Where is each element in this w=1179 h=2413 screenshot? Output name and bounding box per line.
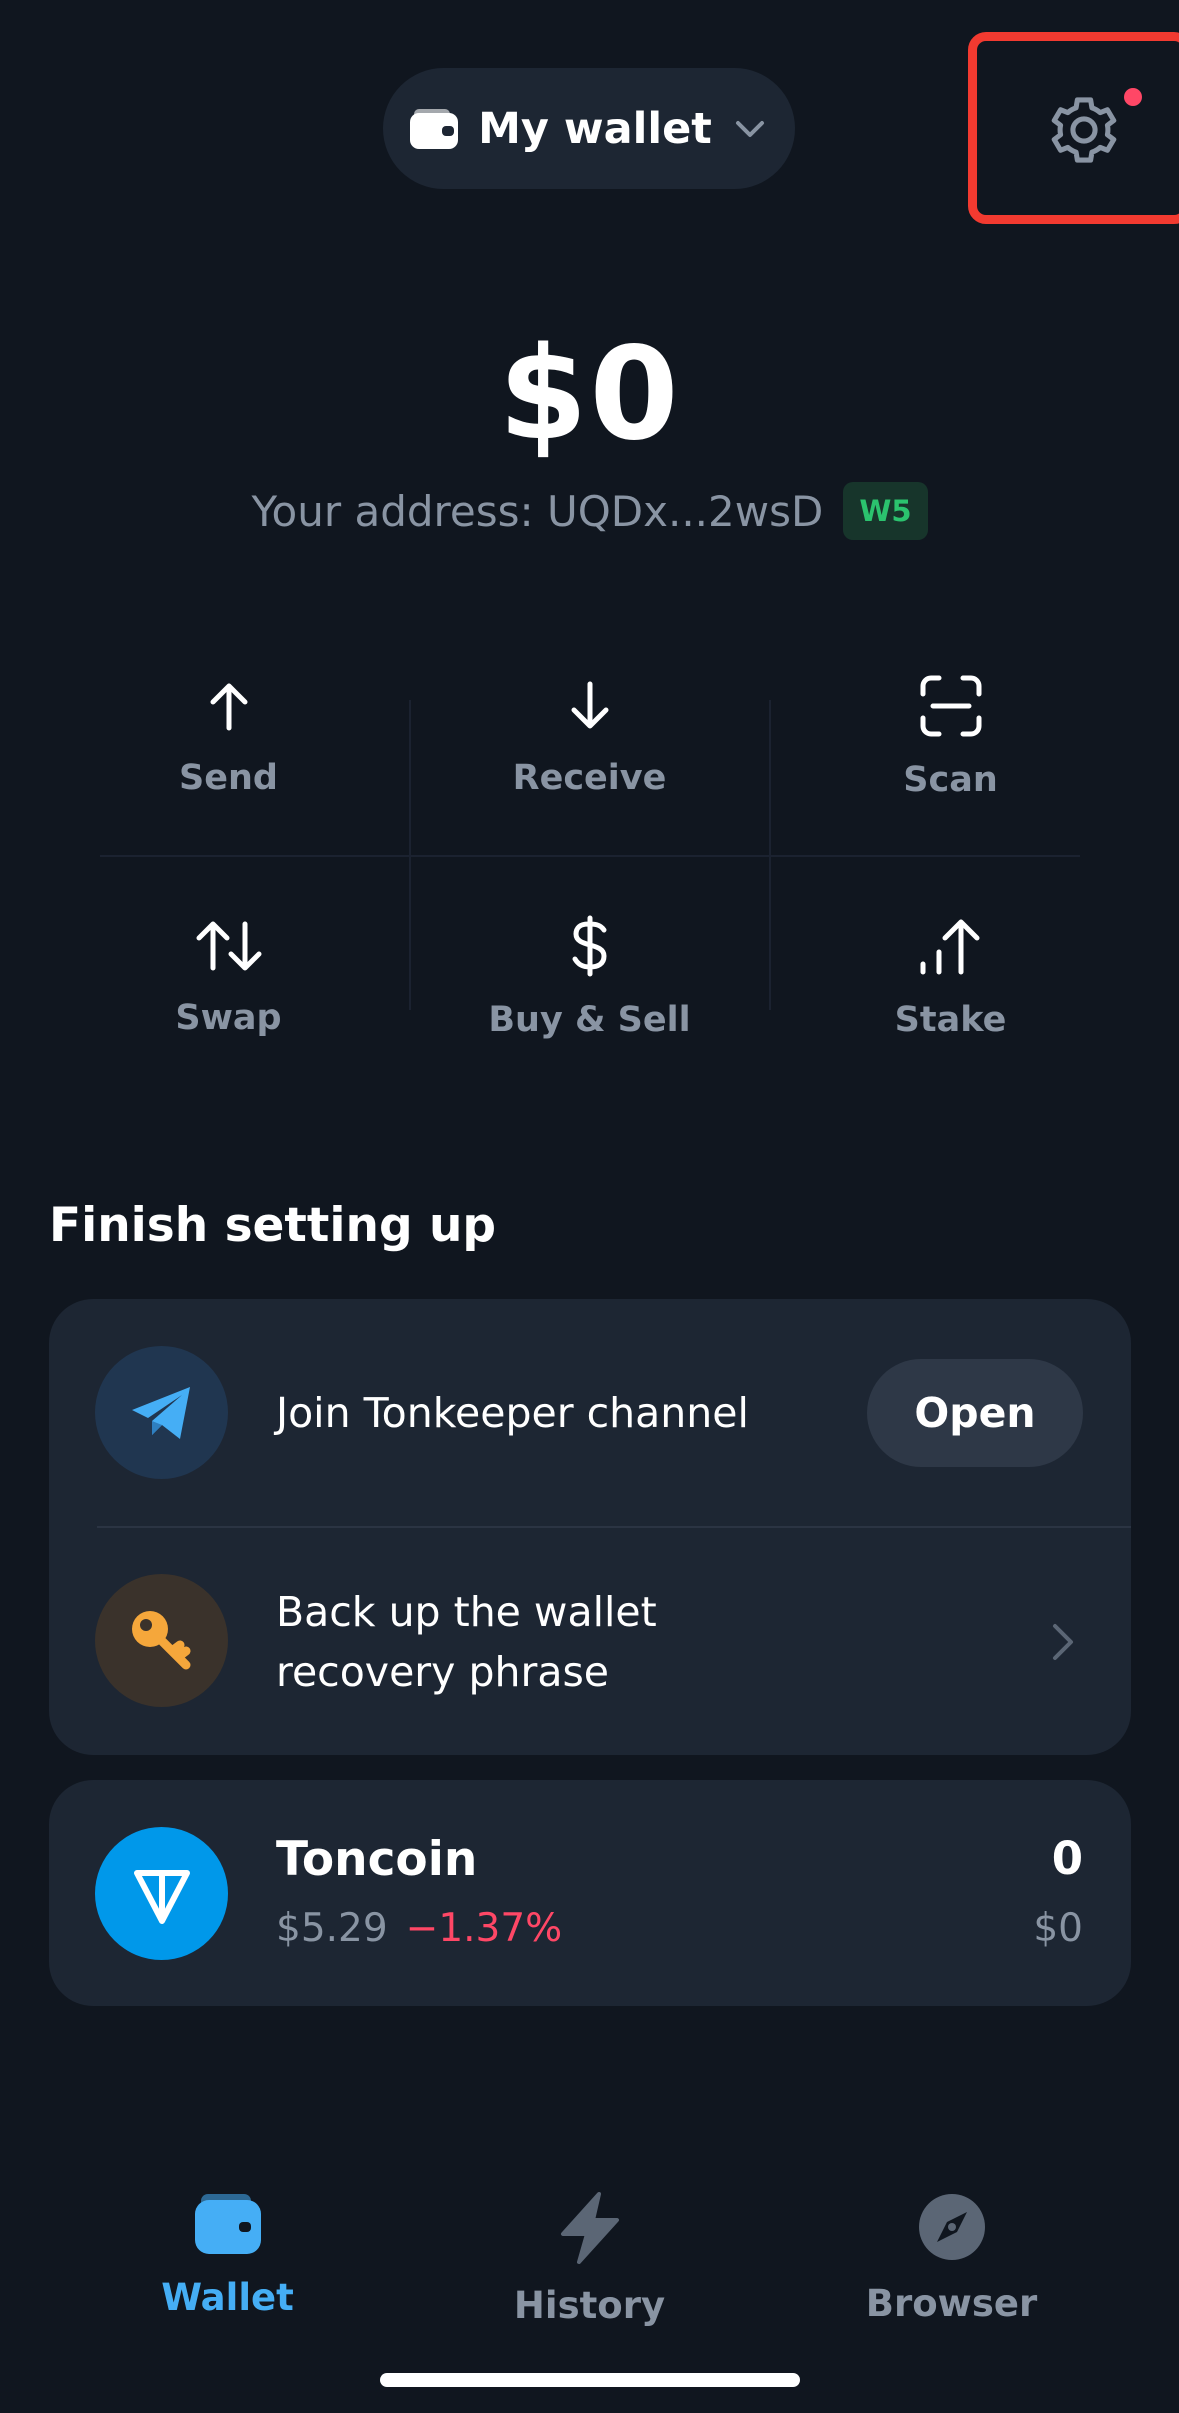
wallet-selector[interactable]: My wallet bbox=[383, 68, 795, 189]
telegram-icon-circle bbox=[95, 1346, 228, 1479]
backup-phrase-text: Back up the wallet recovery phrase bbox=[276, 1582, 657, 1702]
backup-phrase-row[interactable]: Back up the wallet recovery phrase bbox=[49, 1528, 1131, 1755]
scan-label: Scan bbox=[903, 760, 998, 800]
stake-button[interactable]: Stake bbox=[770, 857, 1131, 1097]
stake-label: Stake bbox=[894, 1000, 1007, 1040]
wallet-address[interactable]: Your address: UQDx...2wsD bbox=[251, 487, 823, 536]
tab-wallet-label: Wallet bbox=[161, 2276, 294, 2319]
arrow-up-icon bbox=[210, 683, 247, 731]
tab-wallet[interactable]: Wallet bbox=[31, 2192, 424, 2319]
compass-icon bbox=[918, 2194, 985, 2260]
asset-change: −1.37% bbox=[405, 1906, 563, 1951]
key-icon bbox=[131, 1610, 190, 1669]
wallet-icon bbox=[410, 108, 459, 149]
swap-icon bbox=[196, 921, 261, 971]
swap-label: Swap bbox=[175, 998, 282, 1038]
asset-price: $5.29 bbox=[276, 1906, 388, 1951]
section-title: Finish setting up bbox=[49, 1198, 497, 1253]
key-icon-circle bbox=[95, 1574, 228, 1707]
asset-price-row: $5.29 −1.37% bbox=[276, 1906, 562, 1951]
arrow-down-icon bbox=[571, 681, 608, 729]
address-row[interactable]: Your address: UQDx...2wsD W5 bbox=[0, 482, 1179, 540]
send-label: Send bbox=[179, 758, 278, 798]
version-badge: W5 bbox=[843, 482, 928, 540]
chevron-down-icon bbox=[735, 120, 764, 137]
chevron-right-icon bbox=[1053, 1624, 1073, 1660]
asset-name: Toncoin bbox=[276, 1832, 478, 1887]
lightning-icon bbox=[560, 2192, 619, 2264]
open-button[interactable]: Open bbox=[867, 1359, 1083, 1467]
join-channel-text: Join Tonkeeper channel bbox=[276, 1389, 749, 1437]
swap-button[interactable]: Swap bbox=[48, 857, 409, 1097]
asset-row-toncoin[interactable]: Toncoin $5.29 −1.37% 0 $0 bbox=[49, 1780, 1131, 2006]
backup-phrase-line2: recovery phrase bbox=[276, 1648, 610, 1696]
asset-fiat: $0 bbox=[1033, 1906, 1083, 1951]
dollar-icon bbox=[572, 915, 607, 977]
wallet-tab-icon bbox=[194, 2194, 261, 2254]
tab-history-label: History bbox=[513, 2284, 666, 2327]
join-channel-row[interactable]: Join Tonkeeper channel Open bbox=[49, 1299, 1131, 1527]
telegram-icon bbox=[131, 1386, 190, 1439]
toncoin-icon bbox=[133, 1869, 190, 1924]
gear-icon bbox=[1051, 97, 1117, 163]
tab-browser[interactable]: Browser bbox=[755, 2192, 1148, 2325]
asset-amount: 0 bbox=[1051, 1832, 1083, 1885]
balance-amount: $0 bbox=[498, 320, 681, 469]
settings-button[interactable] bbox=[1004, 60, 1164, 200]
receive-button[interactable]: Receive bbox=[409, 617, 770, 857]
backup-phrase-line1: Back up the wallet bbox=[276, 1588, 657, 1636]
home-indicator bbox=[380, 2373, 800, 2387]
send-button[interactable]: Send bbox=[48, 617, 409, 857]
setup-card: Join Tonkeeper channel Open Back up the … bbox=[49, 1299, 1131, 1755]
buy-sell-button[interactable]: Buy & Sell bbox=[409, 857, 770, 1097]
buy-sell-label: Buy & Sell bbox=[488, 1000, 691, 1040]
stake-icon bbox=[920, 919, 979, 975]
wallet-title: My wallet bbox=[478, 103, 712, 154]
tab-browser-label: Browser bbox=[865, 2282, 1038, 2325]
toncoin-icon-circle bbox=[95, 1827, 228, 1960]
scan-button[interactable]: Scan bbox=[770, 617, 1131, 857]
notification-dot bbox=[1124, 88, 1142, 106]
scan-icon bbox=[920, 675, 981, 737]
receive-label: Receive bbox=[512, 758, 667, 798]
tab-history[interactable]: History bbox=[393, 2192, 786, 2327]
